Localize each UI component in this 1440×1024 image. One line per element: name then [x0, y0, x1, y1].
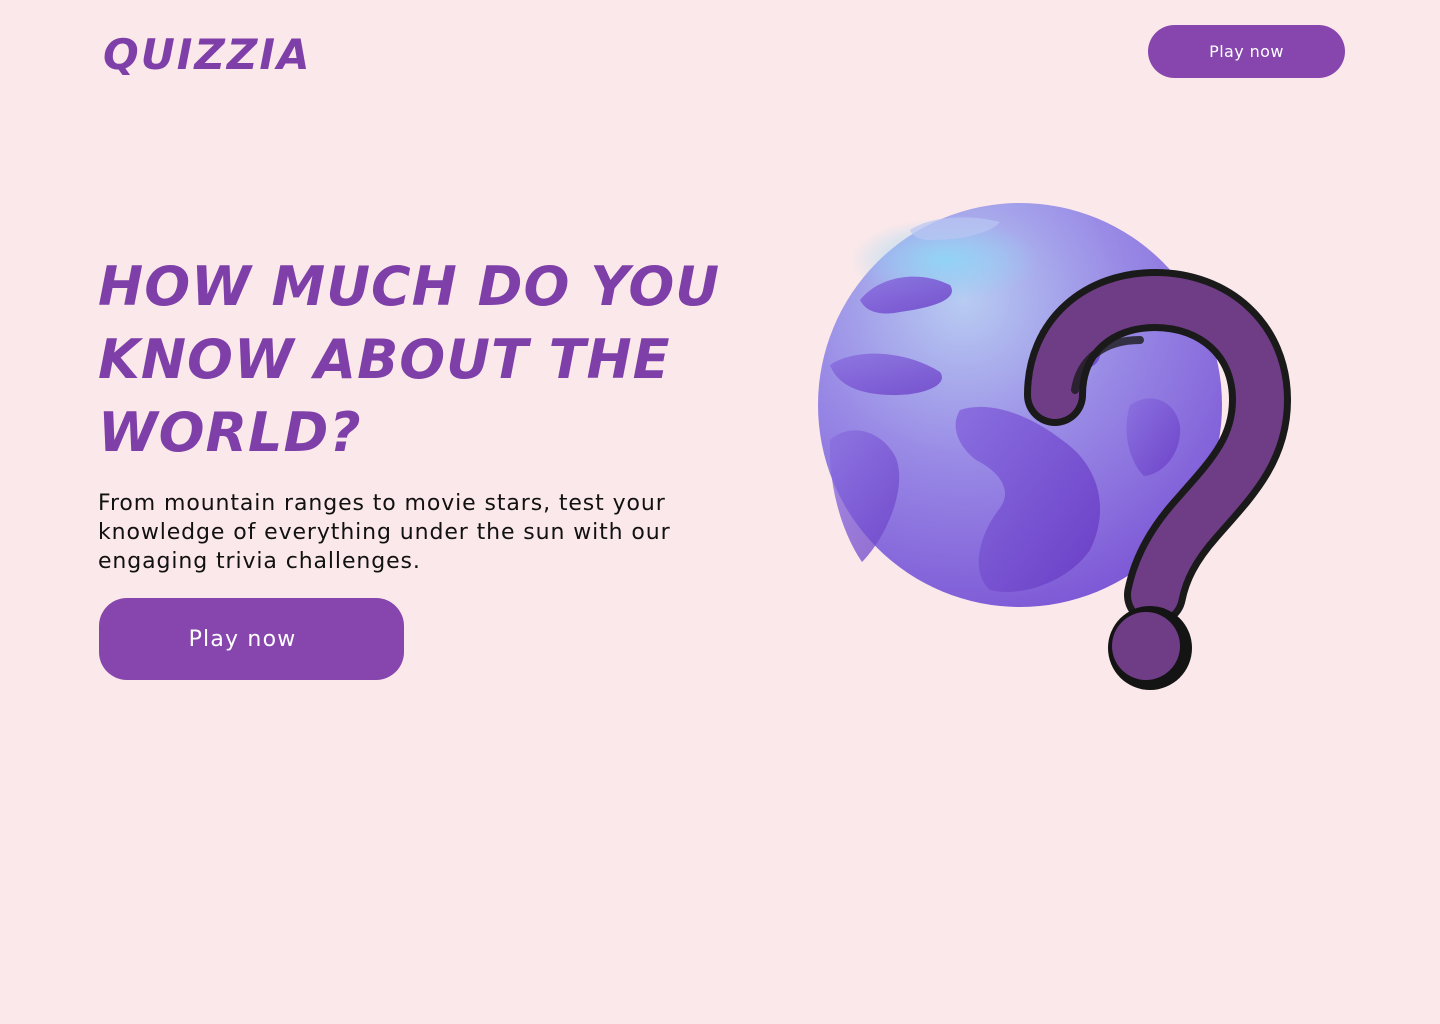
hero-play-now-button[interactable]: Play now — [99, 598, 404, 680]
hero-title: How much do you know about the world? — [98, 255, 721, 464]
globe-question-mark-icon — [818, 203, 1292, 690]
globe-question-mark-illustration — [800, 190, 1300, 710]
header-play-now-button[interactable]: Play now — [1148, 25, 1345, 78]
hero-description: From mountain ranges to movie stars, tes… — [98, 491, 671, 574]
logo[interactable]: QUIZZIA — [103, 30, 311, 80]
